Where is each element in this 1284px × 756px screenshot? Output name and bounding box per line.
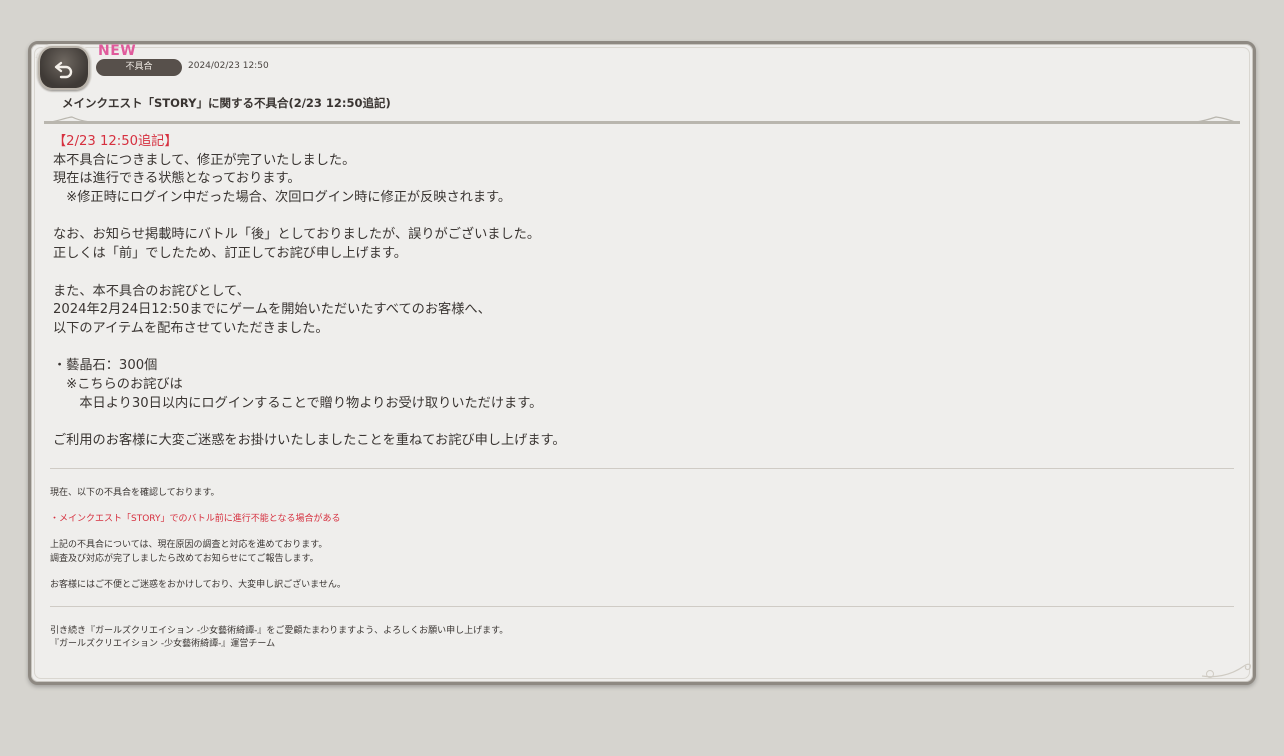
body-line: ※修正時にログイン中だった場合、次回ログイン時に修正が反映されます。 — [53, 190, 512, 206]
notice-title: メインクエスト「STORY」に関する不具合(2/23 12:50追記) — [62, 96, 391, 110]
body-line — [53, 413, 1233, 432]
section-divider — [50, 606, 1234, 607]
footer-signature: 『ガールズクリエイション -少女藝術綺譚-』運営チーム — [50, 639, 276, 649]
body-line: また、本不具合のお詫びとして、 — [53, 283, 250, 299]
update-heading: 【2/23 12:50追記】 — [53, 134, 178, 149]
confirming-text: 現在、以下の不具合を確認しております。 — [50, 488, 220, 498]
body-line: 正しくは「前」でしたため、訂正してお詫び申し上げます。 — [53, 246, 407, 262]
new-badge: NEW — [98, 43, 137, 59]
back-arrow-icon — [54, 61, 73, 79]
divider-ornament-left — [44, 116, 91, 124]
post-date: 2024/02/23 12:50 — [188, 61, 269, 71]
apology-text: お客様にはご不便とご迷惑をおかけしており、大変申し訳ございません。 — [50, 580, 346, 590]
body-line — [53, 339, 1233, 358]
body-line — [53, 208, 1233, 227]
divider-ornament-right — [1196, 116, 1239, 124]
title-divider — [44, 121, 1240, 124]
section-divider — [50, 468, 1234, 469]
body-line: なお、お知らせ掲載時にバトル「後」としておりましたが、誤りがございました。 — [53, 227, 541, 243]
investigating-text: 上記の不具合については、現在原因の調査と対応を進めております。 — [50, 540, 328, 550]
corner-ornament-bottom-right — [1201, 663, 1252, 678]
body-line: ご利用のお客様に大変ご迷惑をお掛けいたしましたことを重ねてお詫び申し上げます。 — [53, 433, 566, 448]
footer-text: 引き続き『ガールズクリエイション -少女藝術綺譚-』をご愛顧たまわりますよう、よ… — [50, 626, 509, 636]
issue-text: ・メインクエスト「STORY」でのバトル前に進行不能となる場合がある — [50, 514, 341, 524]
body-line — [53, 264, 1233, 283]
back-button[interactable] — [38, 46, 90, 90]
investigating-text: 調査及び対応が完了しましたら改めてお知らせにてご報告します。 — [50, 554, 319, 564]
body-line: ・藝晶石：300個 — [53, 358, 158, 374]
body-line: 本日より30日以内にログインすることで贈り物よりお受け取りいただけます。 — [53, 395, 543, 411]
body-line: 以下のアイテムを配布させていただきました。 — [53, 320, 329, 336]
body-line: 2024年2月24日12:50までにゲームを開始いただいたすべてのお客様へ、 — [53, 302, 491, 318]
body-line: 本不具合につきまして、修正が完了いたしました。 — [53, 152, 356, 168]
body-line: ※こちらのお詫びは — [53, 376, 183, 392]
notice-body: 【2/23 12:50追記】 本不具合につきまして、修正が完了いたしました。 現… — [53, 133, 1233, 451]
body-line: 現在は進行できる状態となっております。 — [53, 171, 301, 187]
category-badge: 不具合 — [96, 59, 182, 76]
